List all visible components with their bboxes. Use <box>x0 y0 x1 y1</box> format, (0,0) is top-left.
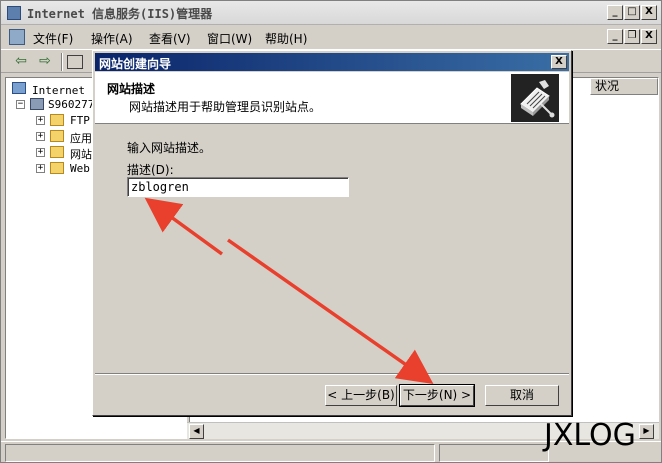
expand-icon[interactable]: + <box>36 132 45 141</box>
description-label: 描述(D): <box>127 163 174 177</box>
wizard-book-icon <box>511 74 559 122</box>
show-hide-tree-icon[interactable] <box>67 55 83 69</box>
menu-bar: 文件(F) 操作(A) 查看(V) 窗口(W) 帮助(H) _ ❐ X <box>1 26 661 48</box>
minimize-button[interactable]: _ <box>607 5 623 20</box>
window-title: Internet 信息服务(IIS)管理器 <box>27 7 213 21</box>
tree-server[interactable]: − S960277 <box>16 97 102 113</box>
menu-window[interactable]: 窗口(W) <box>207 30 252 47</box>
wizard-close-button[interactable]: X <box>551 55 567 69</box>
folder-icon <box>50 146 64 158</box>
expand-icon[interactable]: + <box>36 116 45 125</box>
close-button[interactable]: X <box>641 5 657 20</box>
folder-icon <box>50 114 64 126</box>
mmc-document-icon[interactable] <box>9 29 25 45</box>
expand-icon[interactable]: + <box>36 164 45 173</box>
iis-icon <box>12 82 26 94</box>
tree-item-web-extensions[interactable]: + Web <box>36 161 96 177</box>
toolbar-separator <box>61 53 63 71</box>
iis-app-icon <box>7 6 21 20</box>
forward-arrow-icon[interactable]: ⇨ <box>35 53 55 71</box>
status-cell-secondary <box>439 444 549 462</box>
tree-item-websites[interactable]: + 网站 <box>36 145 96 161</box>
menu-action[interactable]: 操作(A) <box>91 30 133 47</box>
back-arrow-icon[interactable]: ⇦ <box>11 53 31 71</box>
folder-icon <box>50 130 64 142</box>
scroll-left-icon[interactable]: ◀ <box>189 424 204 439</box>
wizard-titlebar[interactable]: 网站创建向导 X <box>95 53 569 71</box>
tree-item-app-pools[interactable]: + 应用 <box>36 129 96 145</box>
tree-item-ftp[interactable]: + FTP <box>36 113 96 129</box>
cancel-button[interactable]: 取消 <box>485 385 559 406</box>
next-button[interactable]: 下一步(N) > <box>399 384 475 407</box>
maximize-button[interactable]: □ <box>624 5 640 20</box>
server-icon <box>30 98 44 110</box>
mdi-minimize-button[interactable]: _ <box>607 29 623 44</box>
wizard-header: 网站描述 网站描述用于帮助管理员识别站点。 <box>95 72 569 124</box>
window-titlebar[interactable]: Internet 信息服务(IIS)管理器 _ □ X <box>1 1 661 25</box>
website-creation-wizard: 网站创建向导 X 网站描述 网站描述用于帮助管理员识别站点。 输入网站描述。 描… <box>92 50 572 416</box>
status-cell-main <box>5 444 435 462</box>
wizard-button-separator <box>95 373 569 375</box>
description-input[interactable] <box>127 177 349 197</box>
scroll-right-icon[interactable]: ▶ <box>639 424 654 439</box>
back-button[interactable]: < 上一步(B) <box>325 385 397 406</box>
wizard-prompt: 输入网站描述。 <box>127 141 212 155</box>
menu-help[interactable]: 帮助(H) <box>265 30 307 47</box>
tree-root[interactable]: Internet 信 <box>10 81 103 97</box>
wizard-step-title: 网站描述 <box>107 82 156 96</box>
watermark-logo: JXLOG <box>544 418 636 453</box>
folder-icon <box>50 162 64 174</box>
wizard-step-subtitle: 网站描述用于帮助管理员识别站点。 <box>129 100 322 114</box>
column-header-status[interactable]: 状况 <box>590 78 658 95</box>
collapse-icon[interactable]: − <box>16 100 25 109</box>
expand-icon[interactable]: + <box>36 148 45 157</box>
mdi-restore-button[interactable]: ❐ <box>624 29 640 44</box>
menu-view[interactable]: 查看(V) <box>149 30 191 47</box>
mdi-close-button[interactable]: X <box>641 29 657 44</box>
wizard-body: 输入网站描述。 描述(D): <box>95 125 569 373</box>
menu-file[interactable]: 文件(F) <box>33 30 73 47</box>
wizard-title: 网站创建向导 <box>99 57 172 71</box>
